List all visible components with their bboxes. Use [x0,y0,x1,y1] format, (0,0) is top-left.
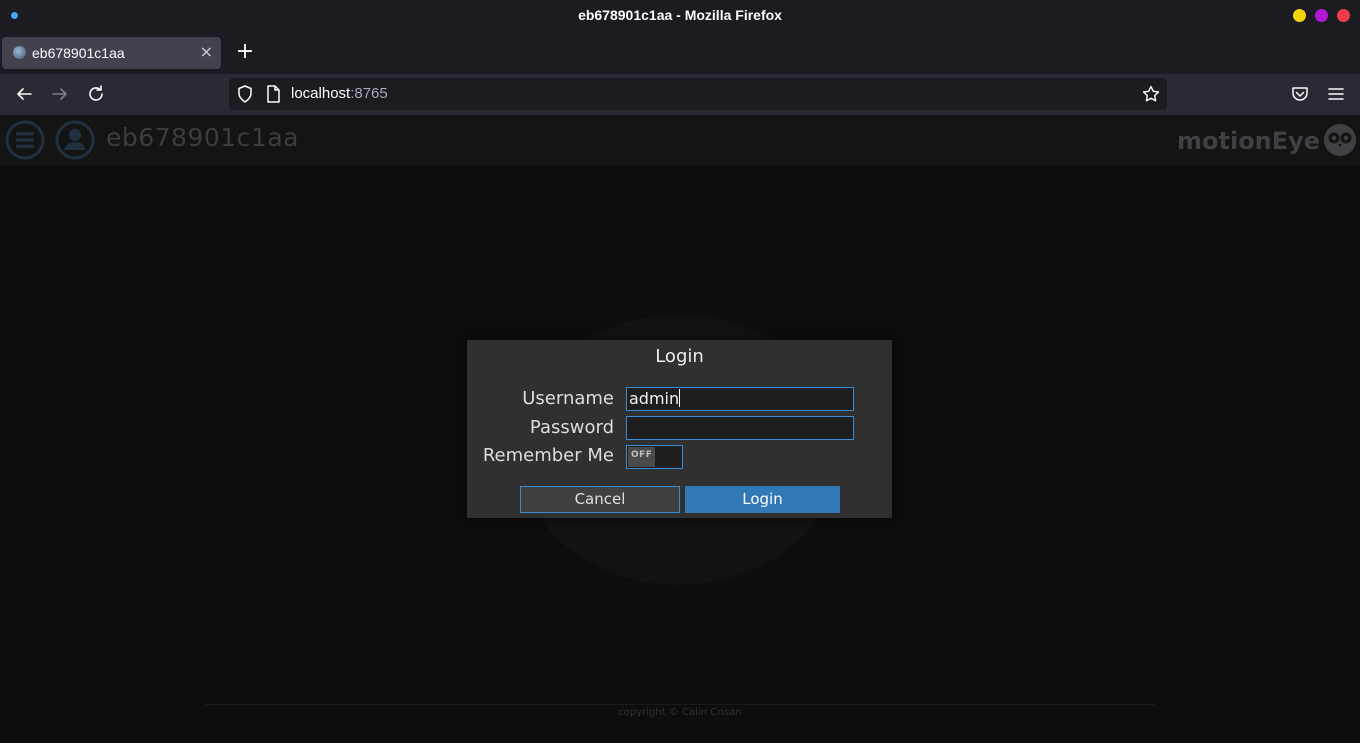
window-titlebar: eb678901c1aa - Mozilla Firefox [0,0,1360,31]
dialog-title: Login [655,346,704,367]
owl-logo-icon [1323,123,1357,157]
main-menu-icon[interactable] [5,120,45,160]
close-window-button[interactable] [1337,9,1350,22]
back-arrow-icon[interactable] [14,84,34,104]
copyright-text: copyright © Calin Crisan [618,707,742,718]
motioneye-favicon-icon [13,46,26,59]
footer-divider [205,704,1155,705]
login-button[interactable]: Login [685,486,840,513]
url-bar[interactable]: localhost:8765 [229,78,1167,110]
new-tab-button[interactable]: + [234,39,256,65]
navigation-toolbar: localhost:8765 [0,74,1360,115]
url-port: :8765 [350,85,388,102]
bookmark-star-icon[interactable] [1141,84,1161,104]
url-host: localhost [291,85,351,102]
shield-icon[interactable] [235,84,255,104]
tab-strip: eb678901c1aa × + [0,31,1360,74]
app-header: eb678901c1aa motionEye [0,115,1360,165]
username-value: admin [629,389,680,408]
password-input[interactable] [626,416,854,440]
browser-tab[interactable]: eb678901c1aa × [2,37,221,69]
remember-me-toggle[interactable]: OFF [626,445,683,469]
remember-me-label: Remember Me [482,445,614,466]
camera-hostname: eb678901c1aa [106,123,299,152]
username-label: Username [522,388,614,409]
url-text[interactable]: localhost:8765 [291,85,388,102]
pocket-icon[interactable] [1290,84,1310,104]
page-icon[interactable] [263,84,283,104]
maximize-window-button[interactable] [1315,9,1328,22]
tab-title: eb678901c1aa [32,45,125,61]
tab-close-icon[interactable]: × [200,43,213,61]
login-dialog: Login Username admin Password Remember M… [467,340,892,518]
app-menu-icon[interactable] [1326,84,1346,104]
cancel-button[interactable]: Cancel [520,486,680,513]
username-input[interactable]: admin [626,387,854,411]
window-title: eb678901c1aa - Mozilla Firefox [578,7,782,23]
forward-arrow-icon[interactable] [50,84,70,104]
toggle-state-label: OFF [631,450,653,460]
minimize-window-button[interactable] [1293,9,1306,22]
text-caret [679,389,681,407]
reload-icon[interactable] [86,84,106,104]
user-avatar-icon[interactable] [55,120,95,160]
password-label: Password [529,417,614,438]
motioneye-brand: motionEye [1177,127,1321,155]
